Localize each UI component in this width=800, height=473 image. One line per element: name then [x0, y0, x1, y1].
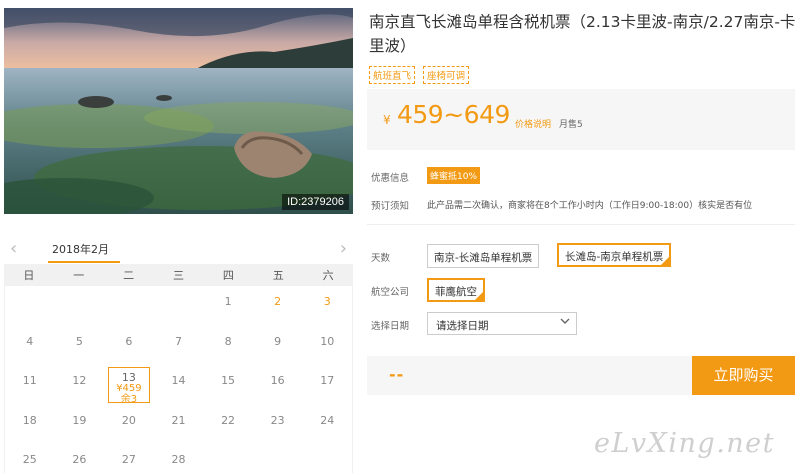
calendar-day[interactable]: 12 — [55, 365, 105, 405]
calendar-day[interactable]: 25 — [5, 444, 55, 473]
calendar-day[interactable]: 18 — [5, 405, 55, 445]
day-price: ¥459 — [116, 383, 142, 395]
calendar-day-available[interactable]: 13 ¥459 余3 — [108, 367, 150, 406]
calendar-day[interactable]: 15 — [203, 365, 253, 405]
tag-adjustable-seat: 座椅可调 — [423, 66, 470, 84]
calendar-day[interactable]: 10 — [302, 326, 352, 366]
weekday-label: 三 — [172, 269, 184, 282]
date-calendar: ‹ 2018年2月 › 日 一 二 三 四 五 六 1 2 3 4 5 6 7 … — [4, 232, 353, 473]
calendar-day[interactable]: 17 — [302, 365, 352, 405]
currency-symbol: ¥ — [383, 113, 391, 127]
promo-label: 优惠信息 — [371, 173, 410, 184]
notice-label: 预订须知 — [371, 201, 410, 212]
option-airline[interactable]: 菲鹰航空 — [427, 278, 485, 302]
calendar-empty-cell — [5, 286, 55, 326]
calendar-grid: 1 2 3 4 5 6 7 8 9 10 11 12 13 ¥459 余3 14… — [4, 286, 353, 473]
calendar-day[interactable]: 2 — [253, 286, 303, 326]
section-divider — [367, 224, 795, 225]
option-boracay-nanjing[interactable]: 长滩岛-南京单程机票 — [557, 243, 672, 267]
calendar-day[interactable]: 5 — [55, 326, 105, 366]
calendar-day[interactable]: 22 — [203, 405, 253, 445]
price-note-link[interactable]: 价格说明 — [515, 117, 551, 130]
calendar-day[interactable]: 23 — [253, 405, 303, 445]
calendar-empty-cell — [154, 286, 204, 326]
calendar-day[interactable]: 3 — [302, 286, 352, 326]
notice-text: 此产品需二次确认，商家将在8个工作小时内（工作日9:00-18:00）核实是否有… — [427, 201, 753, 211]
calendar-day[interactable]: 4 — [5, 326, 55, 366]
site-watermark: eLvXing.net — [594, 428, 775, 459]
calendar-nav: ‹ 2018年2月 › — [4, 232, 353, 264]
calendar-day[interactable]: 20 — [104, 405, 154, 445]
calendar-month-title[interactable]: 2018年2月 — [52, 241, 109, 257]
calendar-weekday-header: 日 一 二 三 四 五 六 — [4, 264, 353, 286]
buy-now-button[interactable]: 立即购买 — [692, 356, 795, 395]
date-label: 选择日期 — [371, 321, 410, 332]
day-stock: 余3 — [120, 394, 138, 406]
calendar-day[interactable]: 7 — [154, 326, 204, 366]
product-tags: 航班直飞 座椅可调 — [369, 66, 470, 84]
weekday-label: 二 — [123, 269, 135, 282]
calendar-day[interactable]: 16 — [253, 365, 303, 405]
weekday-label: 一 — [73, 269, 85, 282]
calendar-empty-cell — [55, 286, 105, 326]
date-select[interactable]: 请选择日期 — [427, 312, 577, 335]
prev-month-icon[interactable]: ‹ — [10, 238, 17, 259]
airline-label: 航空公司 — [371, 287, 410, 298]
product-title: 南京直飞长滩岛单程含税机票（2.13卡里波-南京/2.27南京-卡里波） — [369, 13, 796, 55]
calendar-day[interactable]: 28 — [154, 444, 204, 473]
next-month-icon[interactable]: › — [340, 238, 347, 259]
total-price: -- — [389, 365, 405, 384]
chevron-down-icon — [560, 318, 570, 324]
calendar-day[interactable]: 21 — [154, 405, 204, 445]
calendar-day[interactable]: 24 — [302, 405, 352, 445]
days-label: 天数 — [371, 253, 391, 264]
calendar-day[interactable]: 6 — [104, 326, 154, 366]
option-nanjing-boracay[interactable]: 南京-长滩岛单程机票 — [427, 244, 540, 268]
calendar-day[interactable]: 14 — [154, 365, 204, 405]
price-panel: ¥ 459~649 价格说明 月售5 — [367, 89, 795, 150]
weekday-label: 五 — [272, 269, 284, 282]
calendar-day[interactable]: 26 — [55, 444, 105, 473]
photo-id-label: ID:2379206 — [282, 194, 349, 210]
calendar-day[interactable]: 1 — [203, 286, 253, 326]
calendar-day[interactable]: 8 — [203, 326, 253, 366]
calendar-day[interactable]: 19 — [55, 405, 105, 445]
tag-direct-flight: 航班直飞 — [369, 66, 416, 84]
weekday-label: 四 — [222, 269, 234, 282]
price-range: 459~649 — [397, 100, 510, 129]
calendar-day[interactable]: 11 — [5, 365, 55, 405]
calendar-month-underline — [48, 261, 120, 263]
calendar-day[interactable]: 9 — [253, 326, 303, 366]
promo-badge: 蜂蜜抵10% — [427, 167, 481, 184]
product-photo: ID:2379206 — [4, 8, 353, 214]
date-select-value: 请选择日期 — [436, 320, 489, 332]
calendar-day[interactable]: 27 — [104, 444, 154, 473]
weekday-label: 六 — [322, 269, 334, 282]
weekday-label: 日 — [23, 269, 35, 282]
seascape-image — [4, 8, 353, 214]
calendar-empty-cell — [104, 286, 154, 326]
monthly-sales: 月售5 — [559, 120, 583, 130]
